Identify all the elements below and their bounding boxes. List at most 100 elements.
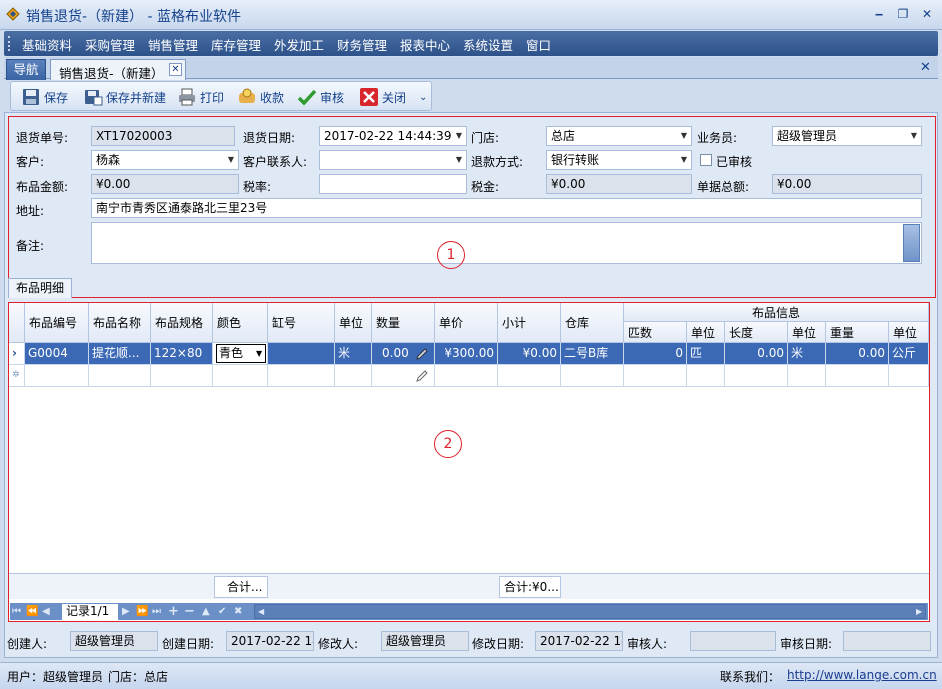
col-header-pieces[interactable]: 匹数: [624, 322, 687, 343]
pencil-edit-icon[interactable]: [414, 346, 430, 362]
new-row-cell[interactable]: [561, 365, 624, 387]
col-header-length[interactable]: 长度: [725, 322, 788, 343]
col-header-weight-unit[interactable]: 单位: [889, 322, 929, 343]
cell-unit[interactable]: 米: [335, 343, 372, 365]
menu-reports[interactable]: 报表中心: [400, 35, 450, 54]
tab-fabric-details[interactable]: 布品明细: [8, 278, 72, 298]
menu-purchase[interactable]: 采购管理: [85, 35, 135, 54]
chevron-down-icon[interactable]: ▼: [224, 151, 238, 169]
chevron-down-icon[interactable]: ▼: [256, 349, 262, 358]
restore-button[interactable]: ❐: [894, 5, 912, 23]
new-row-cell[interactable]: [335, 365, 372, 387]
cancel-record-icon[interactable]: ✖: [234, 603, 242, 620]
address-input[interactable]: 南宁市青秀区通泰路北三里23号: [91, 198, 922, 218]
print-button[interactable]: 打印: [177, 87, 224, 107]
cell-length[interactable]: 0.00: [725, 343, 788, 365]
remark-scrollbar[interactable]: [903, 224, 920, 262]
menu-sales[interactable]: 销售管理: [148, 35, 198, 54]
refund-method-select[interactable]: 银行转账 ▼: [546, 150, 692, 170]
new-row-cell[interactable]: [624, 365, 687, 387]
audit-button[interactable]: 审核: [297, 87, 344, 107]
menu-window[interactable]: 窗口: [526, 35, 551, 54]
audited-checkbox[interactable]: [700, 154, 712, 166]
new-row-cell[interactable]: [889, 365, 929, 387]
new-row-cell[interactable]: [725, 365, 788, 387]
receive-payment-button[interactable]: 收款: [237, 87, 284, 107]
edit-record-icon[interactable]: ▲: [202, 603, 210, 620]
prev-page-icon[interactable]: ⏪: [26, 603, 38, 620]
close-window-button[interactable]: ✕: [918, 5, 936, 23]
new-row-indicator-icon[interactable]: ✲: [9, 365, 25, 387]
contact-select[interactable]: ▼: [319, 150, 467, 170]
menu-settings[interactable]: 系统设置: [463, 35, 513, 54]
row-indicator-icon[interactable]: ›: [9, 343, 25, 365]
cell-fabric-no[interactable]: G0004: [25, 343, 89, 365]
save-button[interactable]: 保存: [21, 87, 68, 107]
col-header-warehouse[interactable]: 仓库: [561, 303, 624, 343]
col-header-fabric-no[interactable]: 布品编号: [25, 303, 89, 343]
col-header-quantity[interactable]: 数量: [372, 303, 435, 343]
chevron-down-icon[interactable]: ▼: [677, 127, 691, 145]
new-row-cell[interactable]: [826, 365, 889, 387]
tab-close-icon[interactable]: ✕: [169, 63, 182, 76]
new-row-cell[interactable]: [788, 365, 826, 387]
website-link[interactable]: http://www.lange.com.cn: [787, 668, 937, 682]
col-header-vat-no[interactable]: 缸号: [268, 303, 335, 343]
salesman-select[interactable]: 超级管理员 ▼: [772, 126, 922, 146]
menu-finance[interactable]: 财务管理: [337, 35, 387, 54]
cell-vat-no[interactable]: [268, 343, 335, 365]
col-header-fabric-spec[interactable]: 布品规格: [151, 303, 213, 343]
cell-subtotal[interactable]: ¥0.00: [498, 343, 561, 365]
cell-unit-price[interactable]: ¥300.00: [435, 343, 498, 365]
menu-outsourcing[interactable]: 外发加工: [274, 35, 324, 54]
col-header-unit-price[interactable]: 单价: [435, 303, 498, 343]
new-row-cell[interactable]: [268, 365, 335, 387]
tab-sales-return[interactable]: 销售退货-（新建） ✕: [50, 59, 186, 81]
new-row-cell[interactable]: [213, 365, 268, 387]
tab-navigation[interactable]: 导航: [6, 59, 46, 80]
cell-warehouse[interactable]: 二号B库: [561, 343, 624, 365]
close-button[interactable]: 关闭: [359, 87, 406, 107]
cell-fabric-name[interactable]: 提花顺...: [89, 343, 151, 365]
new-row-cell[interactable]: [498, 365, 561, 387]
col-header-fabric-name[interactable]: 布品名称: [89, 303, 151, 343]
new-row-cell[interactable]: [435, 365, 498, 387]
menu-inventory[interactable]: 库存管理: [211, 35, 261, 54]
chevron-down-icon[interactable]: ▼: [907, 127, 921, 145]
chevron-down-icon[interactable]: ▼: [677, 151, 691, 169]
prev-record-icon[interactable]: ◀: [42, 603, 50, 620]
save-and-new-button[interactable]: 保存并新建: [83, 87, 166, 107]
menu-basic-data[interactable]: 基础资料: [22, 35, 72, 54]
cell-length-unit[interactable]: 米: [788, 343, 826, 365]
first-page-icon[interactable]: ⏮: [12, 603, 21, 620]
chevron-down-icon[interactable]: ▼: [452, 151, 466, 169]
col-header-unit[interactable]: 单位: [335, 303, 372, 343]
cell-piece-unit[interactable]: 匹: [687, 343, 725, 365]
remark-textarea[interactable]: [91, 222, 922, 264]
new-row-cell[interactable]: [151, 365, 213, 387]
cell-weight-unit[interactable]: 公斤: [889, 343, 929, 365]
cell-weight[interactable]: 0.00: [826, 343, 889, 365]
new-row-cell[interactable]: [25, 365, 89, 387]
next-page-icon[interactable]: ⏩: [136, 603, 148, 620]
tax-rate-input[interactable]: [319, 174, 467, 194]
cell-fabric-spec[interactable]: 122×80: [151, 343, 213, 365]
store-select[interactable]: 总店 ▼: [546, 126, 692, 146]
confirm-record-icon[interactable]: ✔: [218, 603, 226, 620]
last-page-icon[interactable]: ⏭: [152, 603, 161, 620]
add-record-icon[interactable]: +: [168, 603, 179, 620]
scroll-left-icon[interactable]: ◀: [258, 603, 264, 620]
return-date-field[interactable]: 2017-02-22 14:44:39 ▼: [319, 126, 467, 146]
customer-select[interactable]: 杨森 ▼: [91, 150, 239, 170]
horizontal-scrollbar[interactable]: [254, 604, 926, 619]
cell-pieces[interactable]: 0: [624, 343, 687, 365]
delete-record-icon[interactable]: −: [184, 603, 195, 620]
close-all-tabs-icon[interactable]: ✕: [920, 60, 931, 75]
col-header-subtotal[interactable]: 小计: [498, 303, 561, 343]
chevron-down-icon[interactable]: ▼: [452, 127, 466, 145]
pencil-edit-icon[interactable]: [414, 368, 430, 384]
col-header-weight[interactable]: 重量: [826, 322, 889, 343]
col-header-piece-unit[interactable]: 单位: [687, 322, 725, 343]
col-header-length-unit[interactable]: 单位: [788, 322, 826, 343]
toolbar-overflow-icon[interactable]: ⌄: [419, 87, 427, 107]
